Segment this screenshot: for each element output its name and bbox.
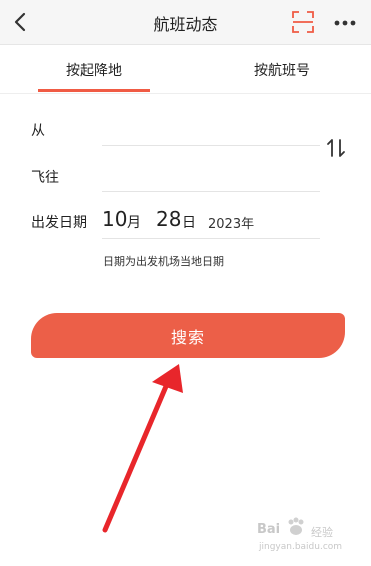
from-label: 从 bbox=[31, 123, 45, 139]
tab-by-flight-number[interactable]: 按航班号 bbox=[254, 60, 310, 80]
red-arrow-annotation bbox=[102, 364, 183, 533]
watermark-site: jingyan.baidu.com bbox=[259, 542, 343, 552]
day-unit: 日 bbox=[182, 215, 196, 231]
baidu-paw-icon bbox=[288, 517, 304, 535]
month-unit: 月 bbox=[127, 215, 141, 231]
swap-icon[interactable] bbox=[325, 138, 347, 158]
active-tab-indicator bbox=[38, 89, 150, 92]
month-value: 10 bbox=[102, 207, 128, 231]
page-title: 航班动态 bbox=[153, 15, 218, 34]
to-field[interactable] bbox=[102, 191, 320, 192]
search-mode-tabs: 按起降地 按航班号 bbox=[0, 45, 371, 94]
to-label: 飞往 bbox=[31, 170, 59, 186]
date-hint: 日期为出发机场当地日期 bbox=[103, 255, 224, 268]
date-underline bbox=[102, 238, 320, 239]
search-button[interactable]: 搜索 bbox=[31, 313, 345, 358]
more-icon[interactable] bbox=[334, 19, 356, 27]
watermark-brand: Bai bbox=[257, 522, 281, 537]
watermark-brand2: 经验 bbox=[311, 526, 333, 539]
scan-icon[interactable] bbox=[292, 11, 314, 33]
from-field[interactable] bbox=[102, 145, 320, 146]
day-value: 28 bbox=[156, 207, 182, 231]
top-bar: 航班动态 bbox=[0, 0, 371, 45]
tab-by-airport[interactable]: 按起降地 bbox=[66, 60, 122, 80]
year-text: 2023年 bbox=[208, 217, 255, 232]
date-label: 出发日期 bbox=[31, 215, 87, 231]
baidu-watermark: Bai 经验 jingyan.baidu.com bbox=[255, 512, 367, 556]
